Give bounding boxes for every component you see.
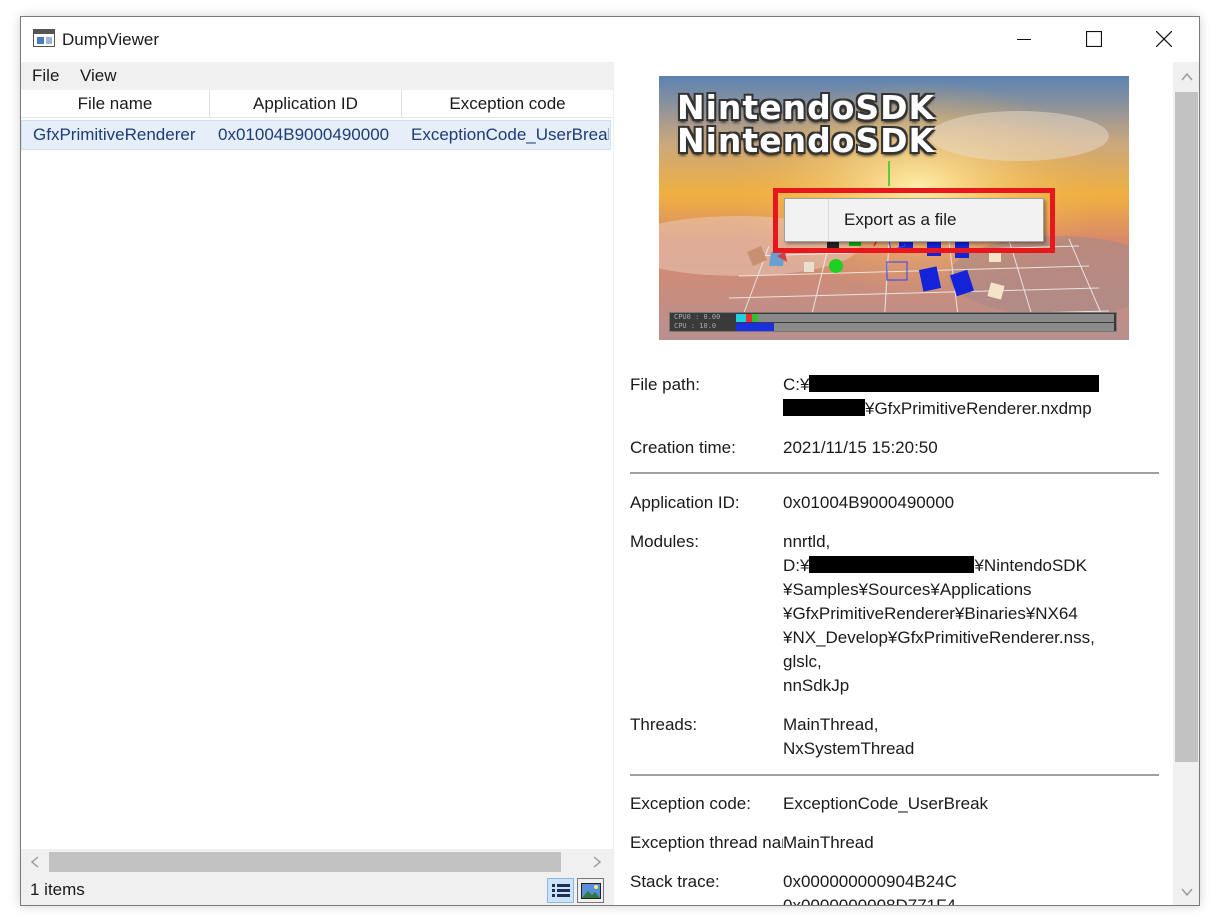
redaction-bar: [783, 399, 865, 416]
column-header-exception-code[interactable]: Exception code: [402, 90, 613, 118]
cell-application-id: 0x01004B9000490000: [218, 125, 390, 144]
redaction-bar: [809, 556, 975, 573]
dumpviewer-window: DumpViewer File View File name Applicati…: [20, 16, 1200, 906]
menu-file[interactable]: File: [32, 66, 59, 86]
stack-trace-label: Stack trace:: [630, 872, 720, 891]
cell-exception-code: ExceptionCode_UserBreak: [411, 125, 609, 144]
module-line: ¥NX_Develop¥GfxPrimitiveRenderer.nss,: [783, 628, 1095, 647]
image-view-icon: [580, 882, 601, 899]
maximize-icon: [1086, 31, 1102, 47]
export-as-file-menu-item[interactable]: Export as a file: [844, 210, 956, 230]
title-bar[interactable]: DumpViewer: [21, 17, 1199, 61]
horizontal-scrollbar[interactable]: [21, 849, 613, 875]
column-header-file-name[interactable]: File name: [21, 90, 210, 118]
file-path-suffix: ¥GfxPrimitiveRenderer.nxdmp: [865, 399, 1092, 418]
dump-list-pane: File name Application ID Exception code …: [21, 90, 613, 905]
column-header-application-id[interactable]: Application ID: [210, 90, 402, 118]
separator: [630, 774, 1159, 776]
scroll-up-icon[interactable]: [1177, 67, 1197, 87]
creation-time-label: Creation time:: [630, 438, 736, 457]
module-line: glslc,: [783, 652, 822, 671]
thumbnail-view-button[interactable]: [577, 878, 604, 903]
redaction-bar: [809, 375, 1100, 392]
details-pane: NintendoSDK NintendoSDK CPU0 : 0.00 CPU …: [614, 62, 1199, 906]
module-line: nnrtld,: [783, 532, 831, 551]
stack-trace-value: 0x000000000904B24C 0x0000000008D771F4: [783, 870, 957, 906]
menu-view[interactable]: View: [80, 66, 117, 86]
scroll-right-icon[interactable]: [587, 852, 607, 872]
stack-frame: 0x0000000008D771F4: [783, 896, 956, 906]
list-view-icon: [551, 884, 570, 897]
creation-time-value: 2021/11/15 15:20:50: [783, 438, 938, 457]
threads-label: Threads:: [630, 715, 698, 734]
module-path-suffix: ¥NintendoSDK: [974, 556, 1087, 575]
perf-meter: CPU0 : 0.00 CPU : 10.0: [669, 312, 1117, 332]
scroll-left-icon[interactable]: [25, 852, 45, 872]
exception-thread-label: Exception thread name:: [630, 833, 783, 852]
dump-screenshot[interactable]: NintendoSDK NintendoSDK CPU0 : 0.00 CPU …: [659, 76, 1129, 340]
maximize-button[interactable]: [1059, 17, 1129, 61]
modules-value: nnrtld, D:¥ ¥NintendoSDK ¥Samples¥Sources…: [783, 530, 1095, 698]
thread-line: MainThread,: [783, 715, 879, 734]
table-row[interactable]: GfxPrimitiveRenderer 0x01004B9000490000 …: [21, 120, 611, 150]
exception-code-value: ExceptionCode_UserBreak: [783, 794, 989, 813]
separator: [630, 472, 1159, 474]
item-count: 1 items: [30, 880, 85, 899]
exception-code-label: Exception code:: [630, 794, 751, 813]
window-title: DumpViewer: [62, 30, 160, 49]
file-path-prefix: C:¥: [783, 375, 810, 394]
thread-line: NxSystemThread: [783, 739, 915, 758]
vertical-scroll-thumb[interactable]: [1175, 92, 1198, 762]
file-path-label: File path:: [630, 375, 700, 394]
details-view-button[interactable]: [547, 878, 574, 903]
minimize-icon: [1017, 39, 1031, 40]
application-id-value: 0x01004B9000490000: [783, 493, 955, 512]
module-path-prefix: D:¥: [783, 556, 810, 575]
list-header: File name Application ID Exception code: [21, 90, 613, 118]
app-icon: [33, 29, 55, 47]
scroll-down-icon[interactable]: [1177, 882, 1197, 902]
menu-gutter: [785, 199, 829, 241]
module-line: nnSdkJp: [783, 676, 850, 695]
application-id-label: Application ID:: [630, 493, 740, 512]
close-icon: [1156, 31, 1172, 47]
screenshot-title-line2: NintendoSDK: [677, 121, 936, 160]
close-button[interactable]: [1129, 17, 1199, 61]
context-menu: Export as a file: [784, 198, 1044, 242]
vertical-scrollbar[interactable]: [1173, 62, 1199, 905]
minimize-button[interactable]: [989, 17, 1059, 61]
module-line: ¥Samples¥Sources¥Applications: [783, 580, 1032, 599]
status-bar: 1 items: [21, 875, 613, 905]
exception-thread-value: MainThread: [783, 833, 874, 852]
module-line: ¥GfxPrimitiveRenderer¥Binaries¥NX64: [783, 604, 1078, 623]
menu-bar: File View: [21, 62, 613, 90]
threads-value: MainThread, NxSystemThread: [783, 713, 914, 761]
stack-frame: 0x000000000904B24C: [783, 872, 957, 891]
modules-label: Modules:: [630, 532, 699, 551]
horizontal-scroll-thumb[interactable]: [49, 852, 561, 872]
cell-file-name: GfxPrimitiveRenderer: [33, 125, 196, 144]
file-path-value: C:¥ ¥GfxPrimitiveRenderer.nxdmp: [783, 373, 1100, 421]
